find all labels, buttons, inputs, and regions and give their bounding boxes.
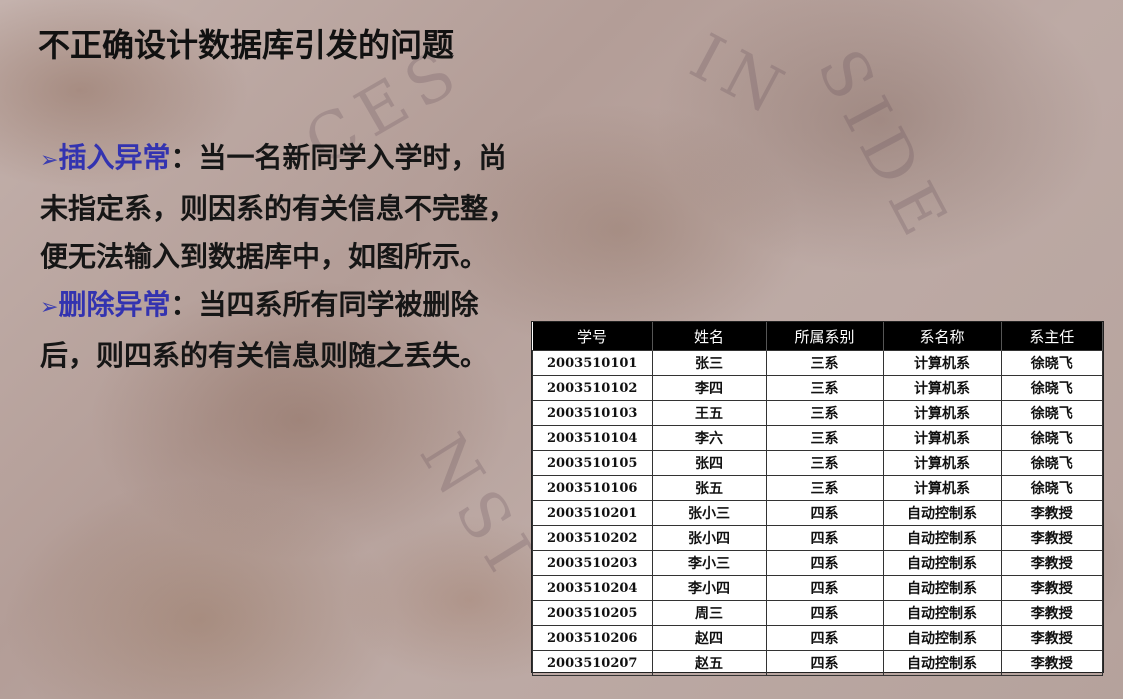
table-cell: 2003510204 — [532, 575, 653, 601]
page-title: 不正确设计数据库引发的问题 — [38, 26, 455, 64]
bullet-list: ➢插入异常：当一名新同学入学时，尚未指定系，则因系的有关信息不完整，便无法输入到… — [40, 134, 518, 380]
table-body: 2003510101 张三 三系 计算机系 徐晓飞 2003510102 李四 三系 计算机系徐… — [532, 350, 1103, 676]
column-header: 学号 — [532, 322, 653, 351]
table-cell: 李教授 — [1000, 650, 1103, 676]
table-cell: 2003510104 — [532, 425, 653, 451]
table-cell: 四系 — [765, 550, 884, 576]
table-cell: 三系 — [765, 450, 884, 476]
table-cell: 李教授 — [1000, 625, 1103, 651]
table-row: 2003510206 赵四 四系 自动控制系 李教授 — [532, 625, 1103, 651]
table-cell: 李教授 — [1000, 550, 1103, 576]
table-row: 2003510101 张三 三系 计算机系 徐晓飞 — [532, 350, 1103, 376]
table-cell: 四系 — [765, 650, 884, 676]
table-cell: 自动控制系 — [882, 625, 1002, 651]
table-cell: 四系 — [765, 500, 884, 526]
table-cell: 李六 — [651, 425, 767, 451]
table-cell: 计算机系 — [882, 375, 1002, 401]
table-cell: 徐晓飞 — [1000, 450, 1103, 476]
table-header-row: 学号 姓名 所属系别 系名称 系主任 — [532, 322, 1103, 351]
arrow-bullet-icon: ➢ — [40, 148, 59, 173]
table-cell: 赵五 — [651, 650, 767, 676]
table-cell: 2003510206 — [532, 625, 653, 651]
table-row: 2003510105 张四 三系 计算机系 徐晓飞 — [532, 450, 1103, 476]
table-row: 2003510106 张五 三系 计算机系 徐晓飞 — [532, 475, 1103, 501]
table-cell: 2003510103 — [532, 400, 653, 426]
column-header: 所属系别 — [766, 322, 884, 351]
table-cell: 张小四 — [651, 525, 767, 551]
table-cell: 自动控制系 — [882, 600, 1002, 626]
table-cell: 周三 — [651, 600, 767, 626]
table-row: 2003510103 王五 三系 计算机系 徐晓飞 — [532, 400, 1103, 426]
table-row: 2003510205 周三 四系 自动控制系 李教授 — [532, 600, 1103, 626]
table-cell: 自动控制系 — [882, 500, 1002, 526]
table-cell: 赵四 — [651, 625, 767, 651]
table-cell: 徐晓飞 — [1000, 350, 1103, 376]
table-cell: 张三 — [651, 350, 767, 376]
column-header: 系名称 — [883, 322, 1002, 351]
table-cell: 李小三 — [651, 550, 767, 576]
table-cell: 2003510106 — [532, 475, 653, 501]
table-cell: 2003510203 — [532, 550, 653, 576]
table-row: 2003510104 李六 三系 计算机系 徐晓飞 — [532, 425, 1103, 451]
table-cell: 计算机系 — [882, 400, 1002, 426]
table-cell: 2003510202 — [532, 525, 653, 551]
table-cell: 三系 — [765, 425, 884, 451]
table-row: 2003510203 李小三 四系 自动控制系 李教授 — [532, 550, 1103, 576]
table-cell: 李四 — [651, 375, 767, 401]
table-cell: 徐晓飞 — [1000, 475, 1103, 501]
table-cell: 计算机系 — [882, 425, 1002, 451]
table-cell: 李教授 — [1000, 575, 1103, 601]
table-cell: 2003510101 — [532, 350, 653, 376]
table-cell: 徐晓飞 — [1000, 425, 1103, 451]
table-cell: 三系 — [765, 375, 884, 401]
table-cell: 四系 — [765, 600, 884, 626]
table-cell: 2003510201 — [532, 500, 653, 526]
table-cell: 四系 — [765, 525, 884, 551]
table-cell: 自动控制系 — [882, 525, 1002, 551]
bullet-label: 删除异常 — [58, 288, 171, 321]
table-cell: 2003510207 — [532, 650, 653, 676]
table-cell: 王五 — [651, 400, 767, 426]
table-row: 2003510204 李小四 四系 自动控制系 李教授 — [532, 575, 1103, 601]
table-cell: 2003510102 — [532, 375, 653, 401]
table-cell: 自动控制系 — [882, 550, 1002, 576]
table-cell: 张五 — [651, 475, 767, 501]
table-cell: 2003510105 — [532, 450, 653, 476]
table-cell: 徐晓飞 — [1000, 400, 1103, 426]
table-row: 2003510207 赵五 四系 自动控制系 李教授 — [532, 650, 1103, 676]
table-cell: 三系 — [765, 475, 884, 501]
table-cell: 自动控制系 — [882, 575, 1002, 601]
bullet-insert-anomaly: ➢插入异常：当一名新同学入学时，尚未指定系，则因系的有关信息不完整，便无法输入到… — [40, 134, 518, 281]
table-cell: 李教授 — [1000, 525, 1103, 551]
table-cell: 自动控制系 — [882, 650, 1002, 676]
table-cell: 徐晓飞 — [1000, 375, 1103, 401]
table-cell: 张四 — [651, 450, 767, 476]
table-row: 2003510202 张小四 四系 自动控制系 李教授 — [532, 525, 1103, 551]
data-table: 学号 姓名 所属系别 系名称 系主任 2003510101 张三 三系 计算机系 徐晓飞… — [532, 322, 1103, 676]
table-row: 2003510201 张小三 四系 自动控制系 李教授 — [532, 500, 1103, 526]
table-cell: 李教授 — [1000, 600, 1103, 626]
bullet-label: 插入异常 — [58, 141, 171, 174]
column-header: 姓名 — [652, 322, 767, 351]
table-cell: 三系 — [765, 350, 884, 376]
table-cell: 李教授 — [1000, 500, 1103, 526]
table-cell: 四系 — [765, 625, 884, 651]
arrow-bullet-icon: ➢ — [40, 295, 59, 320]
bullet-delete-anomaly: ➢删除异常：当四系所有同学被删除后，则四系的有关信息则随之丢失。 — [40, 281, 518, 380]
column-header: 系主任 — [1001, 322, 1103, 351]
table-cell: 计算机系 — [882, 475, 1002, 501]
student-department-table: 学号 姓名 所属系别 系名称 系主任 2003510101 张三 三系 计算机系 徐晓飞… — [531, 321, 1104, 676]
table-cell: 李小四 — [651, 575, 767, 601]
table-cell: 三系 — [765, 400, 884, 426]
table-cell: 四系 — [765, 575, 884, 601]
table-cell: 2003510205 — [532, 600, 653, 626]
table-cell: 张小三 — [651, 500, 767, 526]
table-cell: 计算机系 — [882, 450, 1002, 476]
table-cell: 计算机系 — [882, 350, 1002, 376]
table-row: 2003510102 李四 三系 计算机系 徐晓飞 — [532, 375, 1103, 401]
